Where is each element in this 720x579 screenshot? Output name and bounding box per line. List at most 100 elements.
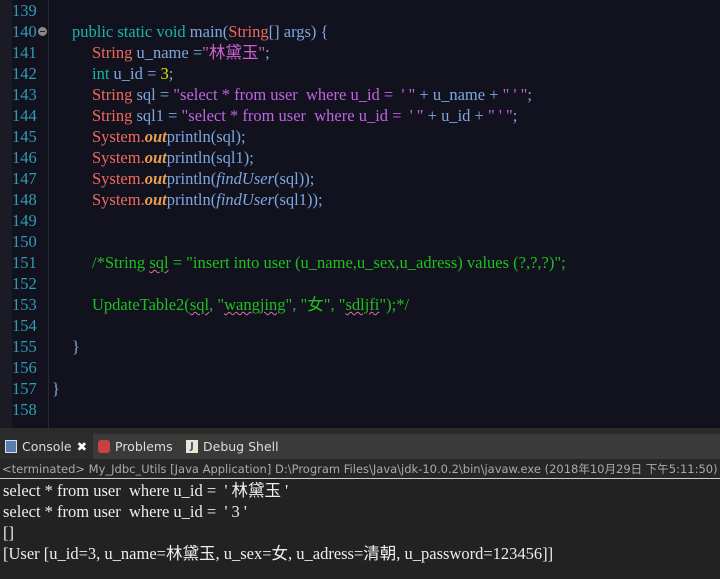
code-token: wangjing: [224, 295, 286, 314]
line-number: 145: [12, 127, 37, 146]
code-line: 146 System.outprintln(sql1);: [0, 147, 720, 168]
code-token: findUser: [216, 169, 274, 188]
code-token: System.: [92, 127, 145, 146]
code-line: 148 System.outprintln(findUser(sql1));: [0, 189, 720, 210]
line-number: 143: [12, 85, 37, 104]
line-number: 141: [12, 43, 37, 62]
code-text: System.outprintln(sql1);: [92, 147, 254, 168]
console-line: []: [3, 523, 14, 542]
panel-tabs: Console ✖ Problems J Debug Shell: [0, 434, 720, 459]
line-number: 155: [12, 337, 37, 356]
line-number: 147: [12, 169, 37, 188]
code-token: = "insert into user (u_name,u_sex,u_adre…: [168, 253, 566, 272]
line-number: 144: [12, 106, 37, 125]
code-token: u_id =: [113, 64, 161, 83]
code-token: " ' ": [502, 85, 528, 104]
code-token: + u_name +: [415, 85, 503, 104]
code-line: 142 int u_id = 3;: [0, 63, 720, 84]
code-token: sql: [149, 253, 169, 272]
code-line: 154: [0, 315, 720, 336]
code-token: println(sql);: [166, 127, 246, 146]
line-number: 150: [12, 232, 37, 251]
code-token: public static void: [72, 22, 190, 41]
code-token: [] args) {: [268, 22, 329, 41]
code-line: 152: [0, 273, 720, 294]
code-text: UpdateTable2(sql, "wangjing", "女", "sdlj…: [92, 294, 409, 315]
code-text: int u_id = 3;: [92, 63, 173, 84]
code-token: out: [144, 127, 167, 146]
code-token: }: [72, 337, 80, 356]
code-token: out: [144, 169, 167, 188]
code-token: int: [92, 64, 114, 83]
code-token: String: [92, 106, 137, 125]
tab-debug-shell[interactable]: J Debug Shell: [186, 434, 279, 459]
code-line: 153 UpdateTable2(sql, "wangjing", "女", "s…: [0, 294, 720, 315]
line-number: 149: [12, 211, 37, 230]
line-number: 146: [12, 148, 37, 167]
code-token: System.: [92, 148, 145, 167]
code-line: 150: [0, 231, 720, 252]
code-text: }: [72, 336, 80, 357]
code-token: ");*/: [379, 295, 410, 314]
code-line: 156: [0, 357, 720, 378]
code-token: " ' ": [488, 106, 513, 125]
code-token: ;: [527, 85, 532, 104]
code-token: out: [144, 190, 167, 209]
console-icon: [5, 440, 17, 453]
code-token: ;: [265, 43, 270, 62]
code-text: System.outprintln(findUser(sql1));: [92, 189, 323, 210]
fold-icon[interactable]: [38, 27, 47, 36]
code-line: 139: [0, 0, 720, 21]
debug-shell-icon: J: [186, 440, 198, 453]
line-number: 154: [12, 316, 37, 335]
code-line: 158: [0, 399, 720, 420]
code-editor[interactable]: 139 140 public static void main(String[] a…: [0, 0, 720, 428]
console-output[interactable]: select * from user where u_id = ' 林黛玉 ' s…: [0, 480, 720, 579]
close-icon[interactable]: ✖: [77, 434, 87, 459]
code-token: println(: [166, 169, 217, 188]
code-token: sdljfi: [345, 295, 380, 314]
code-line: 141 String u_name ="林黛玉";: [0, 42, 720, 63]
code-line: 157}: [0, 378, 720, 399]
line-number: 156: [12, 358, 37, 377]
code-line: 151 /*String sql = "insert into user (u_n…: [0, 252, 720, 273]
console-status: <terminated> My_Jdbc_Utils [Java Applica…: [0, 459, 720, 479]
line-number: 148: [12, 190, 37, 209]
line-number: 151: [12, 253, 37, 272]
tab-debug-shell-label: Debug Shell: [203, 439, 279, 454]
code-token: out: [144, 148, 167, 167]
code-token: println(: [166, 190, 217, 209]
code-token: (sql1));: [273, 190, 323, 209]
tab-console-label: Console: [22, 439, 72, 454]
code-text: System.outprintln(sql);: [92, 126, 246, 147]
code-line: 144 String sql1 = "select * from user whe…: [0, 105, 720, 126]
line-number: 153: [12, 295, 37, 314]
code-token: println(sql1);: [166, 148, 254, 167]
console-line: [User [u_id=3, u_name=林黛玉, u_sex=女, u_ad…: [3, 544, 554, 563]
code-line: 155}: [0, 336, 720, 357]
code-token: System.: [92, 190, 145, 209]
code-line: 145 System.outprintln(sql);: [0, 126, 720, 147]
code-line: 149: [0, 210, 720, 231]
code-token: "林黛玉": [202, 43, 266, 62]
code-token: String: [228, 22, 269, 41]
code-token: String: [92, 43, 137, 62]
code-token: (sql));: [273, 169, 315, 188]
code-line: 143 String sql = "select * from user wher…: [0, 84, 720, 105]
code-token: sql =: [136, 85, 174, 104]
code-token: main(: [189, 22, 229, 41]
code-token: ;: [512, 106, 518, 125]
tab-problems[interactable]: Problems: [98, 434, 173, 459]
code-token: }: [52, 379, 60, 398]
tab-console[interactable]: Console ✖: [0, 434, 94, 459]
code-token: findUser: [216, 190, 274, 209]
code-token: + u_id +: [423, 106, 488, 125]
code-token: System.: [92, 169, 145, 188]
code-text: System.outprintln(findUser(sql));: [92, 168, 314, 189]
problems-icon: [98, 440, 110, 453]
code-text: String u_name ="林黛玉";: [92, 42, 270, 63]
code-line: 147 System.outprintln(findUser(sql));: [0, 168, 720, 189]
code-token: sql: [189, 295, 210, 314]
code-text: String sql = "select * from user where u…: [92, 84, 532, 105]
line-number: 139: [12, 1, 37, 20]
